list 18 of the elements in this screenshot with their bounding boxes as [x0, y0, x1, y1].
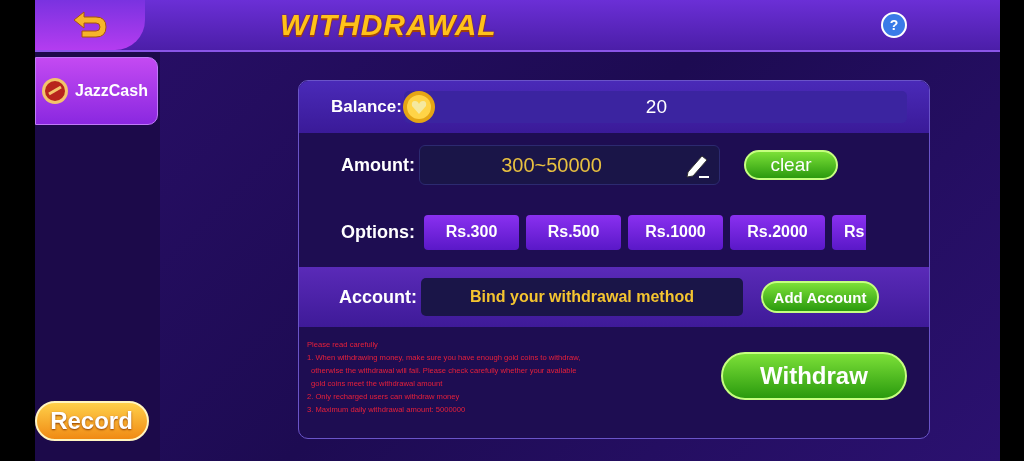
coin-icon — [401, 90, 436, 124]
amount-option-button[interactable]: Rs.300 — [424, 214, 519, 250]
balance-label: Balance: — [331, 97, 402, 117]
amount-field[interactable]: 300~50000 — [419, 145, 720, 185]
balance-value: 20 — [644, 96, 668, 118]
amount-option-button[interactable]: Rs — [832, 214, 866, 250]
page-title: WITHDRAWAL — [280, 8, 498, 42]
back-button[interactable] — [35, 0, 145, 50]
payment-method-tab[interactable]: JazzCash — [35, 57, 158, 125]
help-button[interactable]: ? — [881, 12, 907, 38]
amount-option-button[interactable]: Rs.500 — [526, 214, 621, 250]
amount-label: Amount: — [341, 154, 415, 176]
account-field[interactable]: Bind your withdrawal method — [421, 278, 743, 316]
account-label: Account: — [339, 286, 417, 308]
amount-option-button[interactable]: Rs.1000 — [628, 214, 723, 250]
options-label: Options: — [341, 221, 415, 243]
wallet-logo-icon — [41, 77, 69, 105]
amount-option-button[interactable]: Rs.2000 — [730, 214, 825, 250]
